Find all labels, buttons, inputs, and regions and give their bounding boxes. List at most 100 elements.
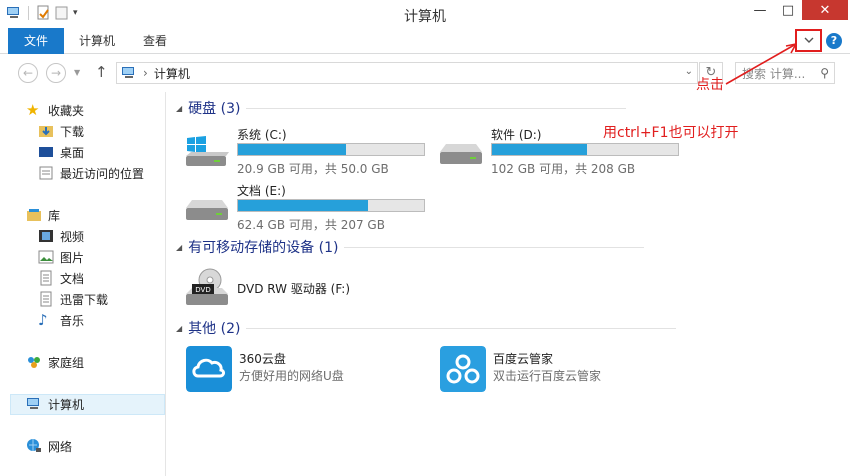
sidebar-item-network[interactable]: 网络 xyxy=(26,436,72,456)
collapse-group-icon[interactable]: ◢ xyxy=(176,104,182,113)
address-bar[interactable]: › 计算机 ⌄ xyxy=(116,62,698,84)
back-button[interactable]: ← xyxy=(18,63,38,83)
sidebar-item-label: 桌面 xyxy=(60,145,85,160)
app-description: 方便好用的网络U盘 xyxy=(239,369,344,383)
documents-icon xyxy=(40,291,52,307)
tab-file[interactable]: 文件 xyxy=(8,28,64,54)
app-description: 双击运行百度云管家 xyxy=(493,369,602,383)
sidebar-item-libraries[interactable]: 库 xyxy=(26,205,60,225)
sidebar-item-downloads[interactable]: 下载 xyxy=(38,121,84,141)
drive-c[interactable]: 系统 (C:) 20.9 GB 可用，共 50.0 GB xyxy=(184,124,434,176)
dvd-drive-icon: DVD xyxy=(186,268,228,305)
sidebar-item-label: 音乐 xyxy=(60,313,85,328)
drive-usage-bar xyxy=(491,143,679,156)
hard-drive-icon xyxy=(186,200,228,220)
search-icon: ⚲ xyxy=(820,66,829,80)
annotation-shortcut-tip: 用ctrl+F1也可以打开 xyxy=(603,125,739,141)
drive-space-info: 20.9 GB 可用，共 50.0 GB xyxy=(237,162,389,176)
navigation-pane: ★ 收藏夹 下载 桌面 最近访问的位置 库 视频 图片 文档 迅雷下载 ♪ 音乐… xyxy=(0,92,166,476)
group-title: 有可移动存储的设备 (1) xyxy=(188,240,339,256)
documents-icon xyxy=(40,270,52,286)
computer-icon xyxy=(27,398,39,409)
sidebar-item-label: 库 xyxy=(48,208,61,223)
address-path[interactable]: 计算机 xyxy=(154,65,190,82)
help-button[interactable]: ? xyxy=(826,33,842,49)
group-divider xyxy=(246,327,677,329)
address-separator[interactable]: › xyxy=(143,66,148,80)
group-divider xyxy=(344,246,645,248)
sidebar-item-thunder-downloads[interactable]: 迅雷下载 xyxy=(38,289,108,309)
drive-usage-bar xyxy=(237,143,425,156)
sidebar-item-label: 迅雷下载 xyxy=(60,292,109,307)
sidebar-item-label: 文档 xyxy=(60,271,85,286)
computer-icon xyxy=(122,67,134,78)
sidebar-item-recent-places[interactable]: 最近访问的位置 xyxy=(38,163,144,183)
drive-e[interactable]: 文档 (E:) 62.4 GB 可用，共 207 GB xyxy=(184,180,434,232)
close-button[interactable]: ✕ xyxy=(802,0,848,20)
sidebar-item-videos[interactable]: 视频 xyxy=(38,226,84,246)
drive-name: 软件 (D:) xyxy=(491,128,542,142)
recent-locations-icon[interactable]: ▼ xyxy=(74,68,80,77)
drive-name: 文档 (E:) xyxy=(237,184,286,198)
collapse-group-icon[interactable]: ◢ xyxy=(176,324,182,333)
baidu-cloud-icon xyxy=(440,346,486,392)
drive-name: DVD RW 驱动器 (F:) xyxy=(237,282,351,296)
annotation-arrow xyxy=(725,43,797,85)
up-button[interactable]: ↑ xyxy=(95,63,108,81)
desktop-icon xyxy=(39,147,53,157)
tab-view[interactable]: 查看 xyxy=(130,28,180,54)
sidebar-item-documents[interactable]: 文档 xyxy=(38,268,84,288)
maximize-button[interactable]: □ xyxy=(774,0,802,20)
dvd-label: DVD xyxy=(195,286,210,294)
sidebar-item-label: 图片 xyxy=(60,250,85,265)
sidebar-item-label: 视频 xyxy=(60,229,85,244)
sidebar-item-label: 网络 xyxy=(48,439,73,454)
sidebar-item-pictures[interactable]: 图片 xyxy=(38,247,84,267)
collapse-group-icon[interactable]: ◢ xyxy=(176,243,182,252)
sidebar-item-computer[interactable]: 计算机 xyxy=(26,394,84,414)
app-360-cloud[interactable]: 360云盘 方便好用的网络U盘 xyxy=(186,346,426,396)
group-divider xyxy=(246,107,627,109)
tab-computer[interactable]: 计算机 xyxy=(66,28,128,54)
pictures-icon xyxy=(38,250,54,264)
drive-name: 系统 (C:) xyxy=(237,128,287,142)
sidebar-item-homegroup[interactable]: 家庭组 xyxy=(26,352,84,372)
star-icon: ★ xyxy=(26,101,40,119)
forward-button[interactable]: → xyxy=(46,63,66,83)
app-baidu-cloud-manager[interactable]: 百度云管家 双击运行百度云管家 xyxy=(440,346,680,396)
music-icon: ♪ xyxy=(38,311,48,329)
app-name: 360云盘 xyxy=(239,352,286,366)
drive-f-dvd[interactable]: DVD DVD RW 驱动器 (F:) xyxy=(184,262,434,314)
sidebar-item-label: 最近访问的位置 xyxy=(60,166,145,181)
group-title: 其他 (2) xyxy=(188,321,241,337)
drive-usage-bar xyxy=(237,199,425,212)
homegroup-icon xyxy=(28,357,40,368)
drive-usage-fill xyxy=(238,144,347,155)
title-bar: ▾ 计算机 — □ ✕ xyxy=(0,0,850,28)
recent-places-icon xyxy=(39,166,53,180)
address-history-icon[interactable]: ⌄ xyxy=(685,66,693,77)
group-other[interactable]: ◢ 其他 (2) xyxy=(176,318,677,338)
network-icon xyxy=(27,439,41,452)
group-title: 硬盘 (3) xyxy=(188,101,241,117)
minimize-button[interactable]: — xyxy=(746,0,774,20)
group-removable-storage[interactable]: ◢ 有可移动存储的设备 (1) xyxy=(176,237,645,257)
sidebar-item-label: 计算机 xyxy=(48,397,85,412)
sidebar-item-label: 收藏夹 xyxy=(48,103,85,118)
video-icon xyxy=(39,230,53,242)
app-name: 百度云管家 xyxy=(493,352,554,366)
libraries-icon xyxy=(27,209,41,221)
window-title: 计算机 xyxy=(404,9,446,25)
cloud-drive-icon xyxy=(186,346,232,392)
downloads-folder-icon xyxy=(39,126,53,137)
windows-drive-icon xyxy=(186,136,229,166)
drive-usage-fill xyxy=(492,144,587,155)
content-pane: ◢ 硬盘 (3) 系统 (C:) 20.9 GB 可用，共 50.0 GB 软件… xyxy=(166,92,850,476)
group-hard-disks[interactable]: ◢ 硬盘 (3) xyxy=(176,98,627,118)
sidebar-item-favorites[interactable]: ★ 收藏夹 xyxy=(26,100,84,120)
sidebar-item-desktop[interactable]: 桌面 xyxy=(38,142,84,162)
drive-space-info: 102 GB 可用，共 208 GB xyxy=(491,162,636,176)
sidebar-item-music[interactable]: ♪ 音乐 xyxy=(38,310,84,330)
hard-drive-icon xyxy=(440,144,482,164)
drive-usage-fill xyxy=(238,200,368,211)
